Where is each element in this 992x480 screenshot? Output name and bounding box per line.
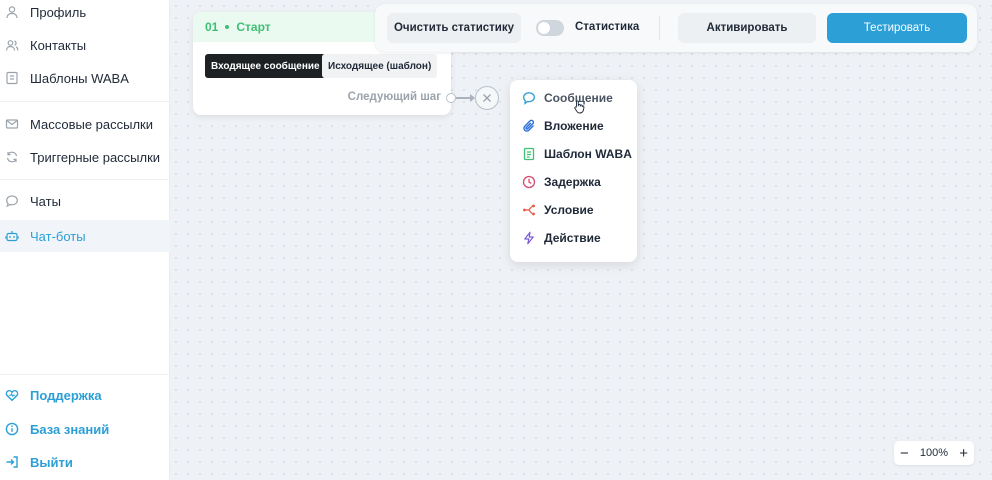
menu-item-action[interactable]: Действие [522,228,601,248]
logout-icon [4,454,20,470]
menu-item-label: Действие [544,231,601,245]
separator-dot [225,25,230,29]
zoom-control: − 100% + [894,441,974,465]
zoom-in-button[interactable]: + [959,446,968,461]
document-icon [522,147,536,161]
clock-icon [522,175,536,189]
outgoing-template-chip[interactable]: Исходящее (шаблон) [322,54,438,78]
knowledge-base-link[interactable]: База знаний [4,416,109,442]
start-node-title: Старт [236,20,271,34]
refresh-icon [4,149,20,165]
sidebar-divider [0,374,170,375]
support-link[interactable]: Поддержка [4,382,102,408]
sidebar-item-label: Профиль [30,4,87,20]
menu-item-delay[interactable]: Задержка [522,172,601,192]
toggle-knob [538,22,550,34]
sidebar-item-label: Массовые рассылки [30,116,154,132]
sidebar-item-waba-templates[interactable]: Шаблоны WABA [0,62,170,94]
test-button[interactable]: Тестировать [827,13,967,43]
contacts-icon [4,37,20,53]
menu-item-waba-template[interactable]: Шаблон WABA [522,144,632,164]
start-node-number: 01 [205,20,219,34]
zoom-out-button[interactable]: − [900,446,909,461]
sidebar-divider [0,179,170,180]
menu-item-label: Шаблон WABA [544,147,632,161]
sidebar-item-contacts[interactable]: Контакты [0,29,170,61]
sidebar: Профиль Контакты Шаблоны WABA Массовые р… [0,0,170,480]
menu-item-message[interactable]: Сообщение [522,88,613,108]
menu-item-condition[interactable]: Условие [522,200,594,220]
mouse-pointer-icon [573,100,585,117]
menu-item-attachment[interactable]: Вложение [522,116,604,136]
top-toolbar: Очистить статистику Статистика Активиров… [375,4,977,52]
sidebar-item-label: Триггерные рассылки [30,149,161,165]
next-step-label: Следующий шаг [347,91,441,103]
menu-item-label: Задержка [544,175,601,189]
menu-item-label: Условие [544,203,594,217]
logout-link[interactable]: Выйти [4,449,73,475]
sidebar-item-mass-mailings[interactable]: Массовые рассылки [0,108,170,140]
stats-label: Статистика [575,21,640,33]
message-icon [522,91,536,105]
lightning-icon [522,231,536,245]
menu-item-label: Вложение [544,119,604,133]
close-icon[interactable] [475,86,499,110]
next-step-port[interactable] [446,93,456,103]
sidebar-item-label: Чаты [30,193,61,209]
template-icon [4,70,20,86]
info-icon [4,421,20,437]
heart-icon [4,387,20,403]
sidebar-item-chats[interactable]: Чаты [0,185,170,217]
support-label: Поддержка [30,387,102,403]
knowledge-base-label: База знаний [30,421,110,437]
logout-label: Выйти [30,454,73,470]
toolbar-divider [659,16,660,40]
sidebar-item-trigger-mailings[interactable]: Триггерные рассылки [0,141,170,173]
sidebar-item-profile[interactable]: Профиль [0,0,170,28]
paperclip-icon [522,119,536,133]
bot-icon [4,228,20,244]
sidebar-item-label: Шаблоны WABA [30,70,129,86]
sidebar-item-label: Чат-боты [30,228,86,244]
user-icon [4,4,20,20]
zoom-level: 100% [919,447,949,459]
incoming-message-chip[interactable]: Входящее сообщение [205,54,326,78]
stats-toggle[interactable] [536,20,564,36]
branch-icon [522,203,536,217]
mail-icon [4,116,20,132]
sidebar-item-label: Контакты [30,37,87,53]
activate-button[interactable]: Активировать [678,13,816,43]
clear-stats-button[interactable]: Очистить статистику [387,13,521,43]
sidebar-item-chatbots[interactable]: Чат-боты [0,220,170,252]
chat-icon [4,193,20,209]
sidebar-divider [0,101,170,102]
